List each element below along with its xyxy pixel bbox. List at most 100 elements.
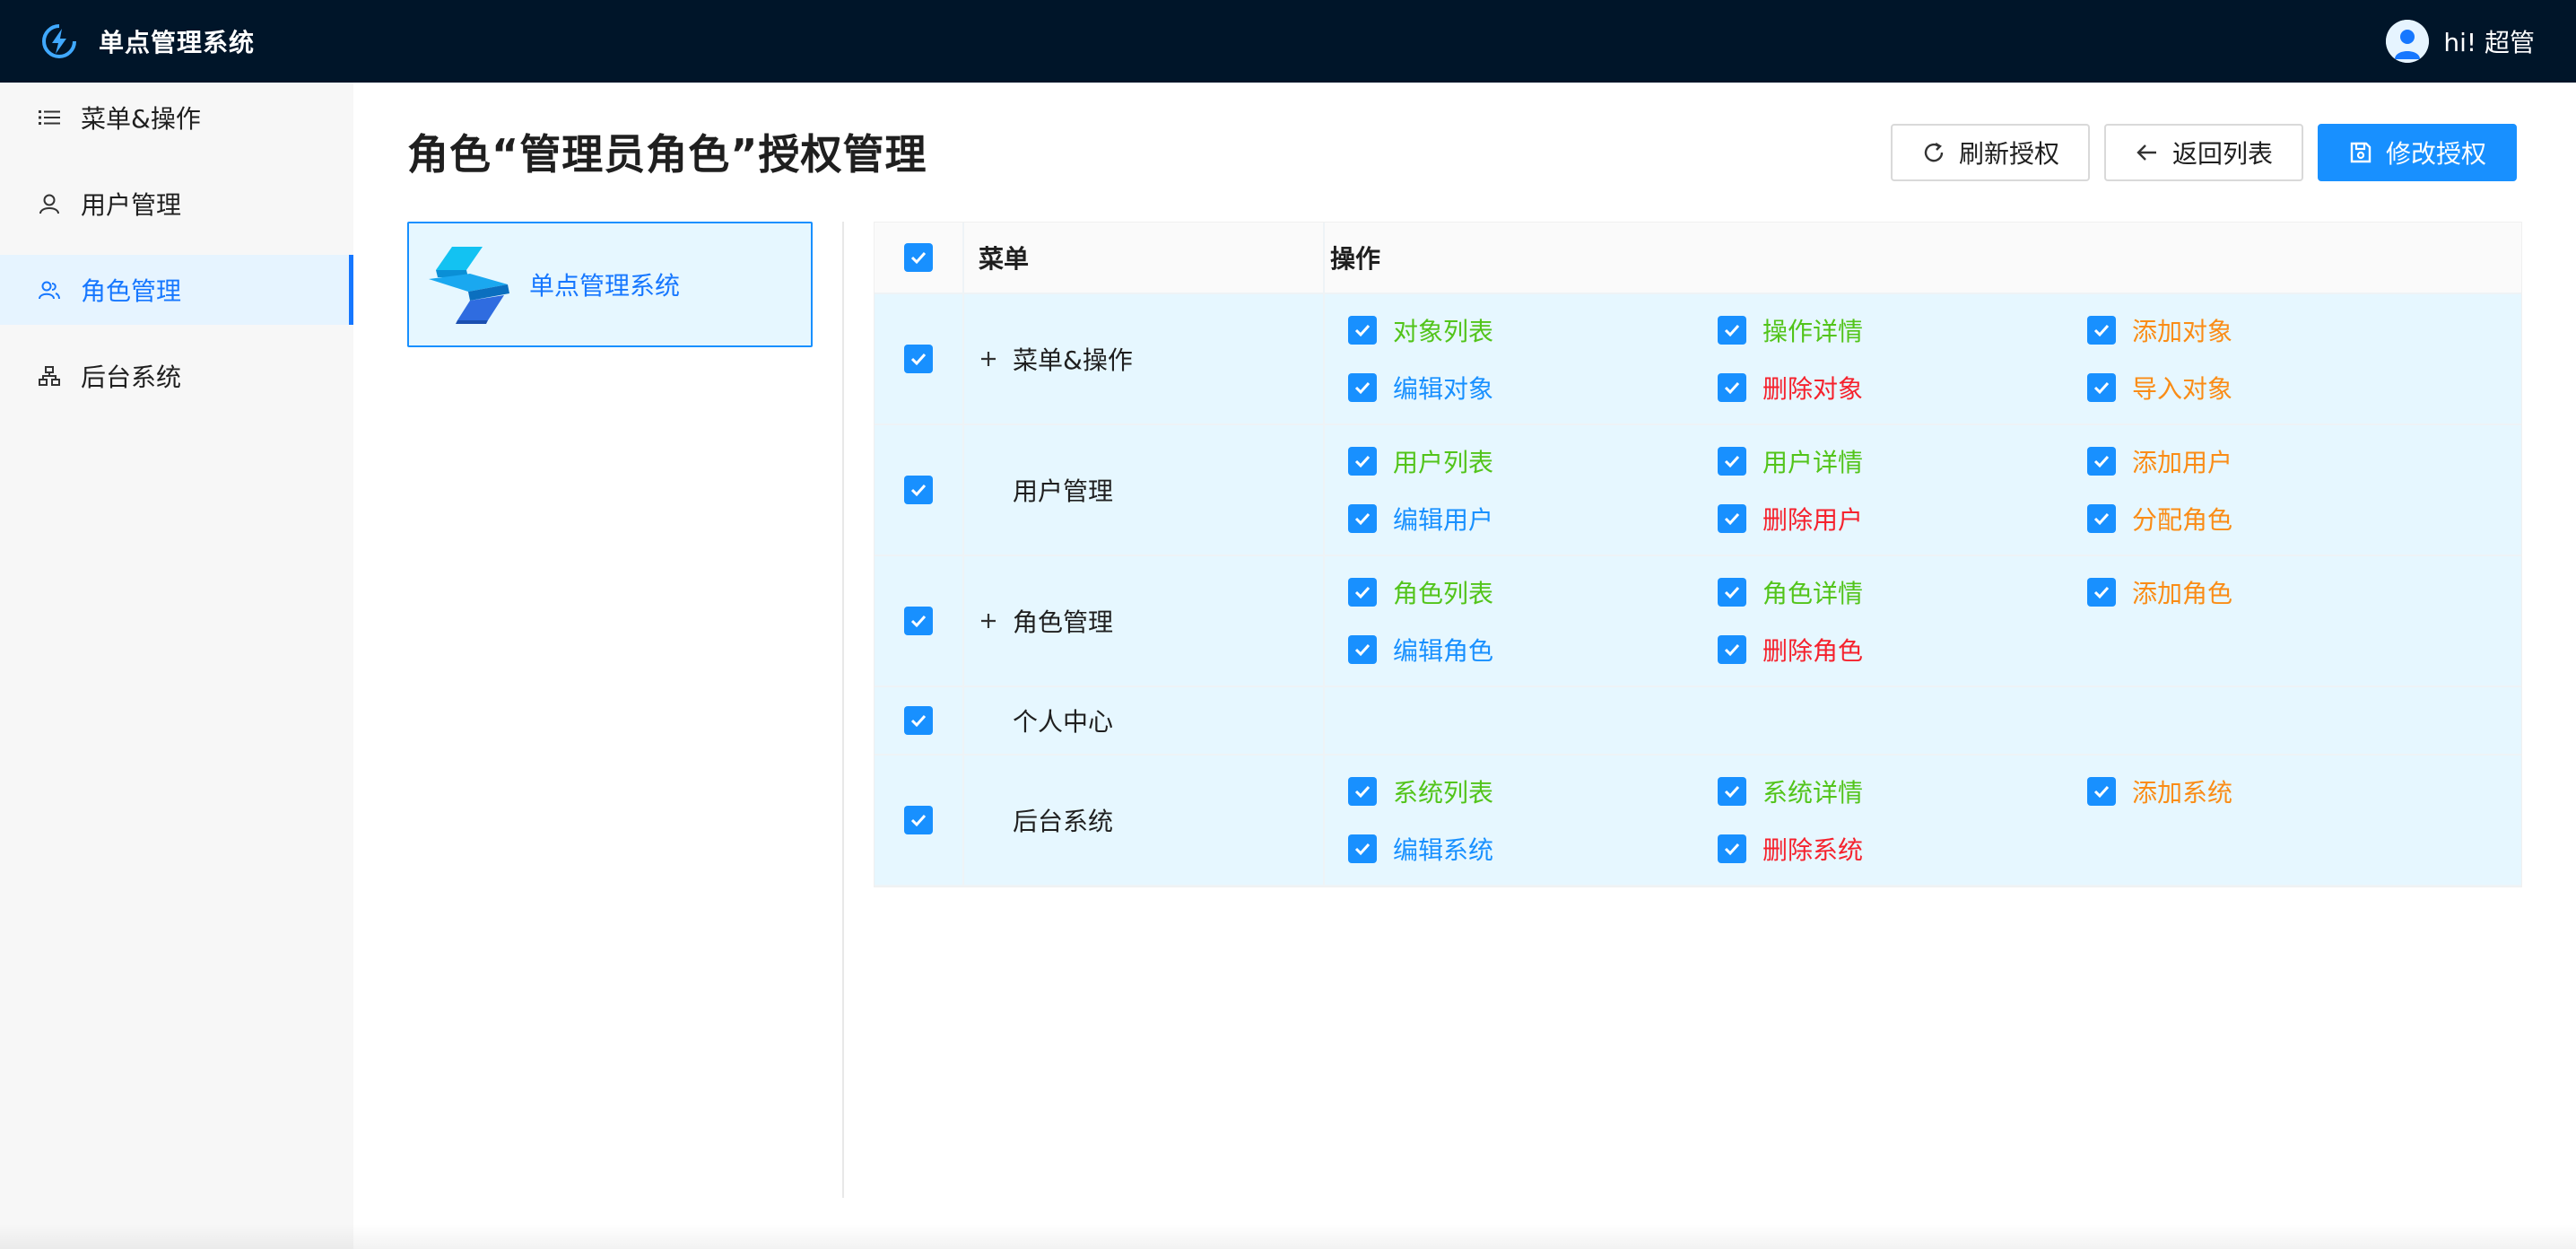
checkmark-icon bbox=[2093, 586, 2110, 599]
refresh-authorization-button[interactable]: 刷新授权 bbox=[1890, 124, 2090, 181]
operation-option[interactable]: 对象列表 bbox=[1348, 301, 1718, 359]
checkmark-icon bbox=[1354, 586, 1371, 599]
operation-option[interactable]: 删除用户 bbox=[1718, 490, 2087, 547]
user-menu[interactable]: hi! 超管 bbox=[2386, 20, 2535, 63]
sidebar-item-label: 菜单&操作 bbox=[81, 104, 201, 134]
brand-logo-icon bbox=[42, 24, 76, 58]
save-icon bbox=[2350, 142, 2371, 163]
operation-checkbox[interactable] bbox=[1718, 504, 1746, 533]
operation-checkbox[interactable] bbox=[1348, 777, 1377, 806]
checkmark-icon bbox=[1724, 643, 1740, 657]
operation-option[interactable]: 删除角色 bbox=[1718, 621, 2087, 678]
operation-checkbox[interactable] bbox=[2087, 316, 2116, 345]
checkmark-icon bbox=[1354, 643, 1371, 657]
table-header-row: 菜单 操作 bbox=[875, 223, 2521, 294]
operation-label: 导入对象 bbox=[2132, 374, 2233, 404]
operation-option[interactable]: 删除对象 bbox=[1718, 359, 2087, 416]
checkmark-icon bbox=[1724, 843, 1740, 856]
operation-option[interactable]: 导入对象 bbox=[2087, 359, 2457, 416]
checkmark-icon bbox=[1724, 324, 1740, 337]
operation-checkbox[interactable] bbox=[2087, 447, 2116, 476]
operation-option[interactable]: 操作详情 bbox=[1718, 301, 2087, 359]
operation-checkbox[interactable] bbox=[2087, 504, 2116, 533]
user-icon bbox=[39, 194, 59, 214]
operation-option[interactable]: 角色列表 bbox=[1348, 563, 1718, 621]
operation-checkbox[interactable] bbox=[1348, 504, 1377, 533]
checkmark-icon bbox=[910, 714, 927, 728]
row-checkbox[interactable] bbox=[904, 806, 933, 834]
brand[interactable]: 单点管理系统 bbox=[39, 22, 255, 61]
operation-option[interactable]: 添加对象 bbox=[2087, 301, 2457, 359]
operation-checkbox[interactable] bbox=[1348, 447, 1377, 476]
operation-option[interactable]: 角色详情 bbox=[1718, 563, 2087, 621]
operation-checkbox[interactable] bbox=[1718, 316, 1746, 345]
operation-checkbox[interactable] bbox=[1718, 777, 1746, 806]
checkmark-icon bbox=[1354, 785, 1371, 799]
app-select-card[interactable]: 单点管理系统 bbox=[407, 222, 813, 347]
ops-cell: 对象列表 操作详情 添加对象编辑对象 删除对象 导入对象 bbox=[1325, 294, 2521, 424]
operation-option[interactable]: 分配角色 bbox=[2087, 490, 2457, 547]
ops-cell: 用户列表 用户详情 添加用户编辑用户 删除用户 分配角色 bbox=[1325, 425, 2521, 555]
expand-button[interactable] bbox=[979, 349, 998, 369]
operation-label: 编辑对象 bbox=[1393, 374, 1494, 404]
operation-option[interactable]: 删除系统 bbox=[1718, 820, 2087, 878]
operation-option[interactable]: 添加用户 bbox=[2087, 432, 2457, 490]
ops-cell: 角色列表 角色详情 添加角色编辑角色 删除角色 bbox=[1325, 556, 2521, 686]
operation-checkbox[interactable] bbox=[1348, 834, 1377, 863]
menu-cell: 角色管理 bbox=[964, 556, 1325, 686]
operation-label: 编辑角色 bbox=[1393, 636, 1494, 666]
operation-label: 系统列表 bbox=[1393, 778, 1494, 808]
operation-checkbox[interactable] bbox=[1348, 373, 1377, 402]
checkmark-icon bbox=[2093, 512, 2110, 526]
row-checkbox[interactable] bbox=[904, 476, 933, 504]
operation-checkbox[interactable] bbox=[1348, 578, 1377, 607]
action-toolbar: 刷新授权 返回列表 修改授权 bbox=[1890, 124, 2517, 181]
operation-option[interactable]: 系统列表 bbox=[1348, 763, 1718, 820]
row-checkbox[interactable] bbox=[904, 607, 933, 635]
sidebar-item-label: 后台系统 bbox=[81, 362, 182, 392]
operation-checkbox[interactable] bbox=[1348, 316, 1377, 345]
row-checkbox[interactable] bbox=[904, 345, 933, 373]
operation-checkbox[interactable] bbox=[1718, 834, 1746, 863]
operation-option[interactable]: 编辑角色 bbox=[1348, 621, 1718, 678]
row-checkbox[interactable] bbox=[904, 706, 933, 735]
app-logo-icon bbox=[429, 247, 509, 324]
sidebar-item-menu-ops[interactable]: 菜单&操作 bbox=[0, 83, 353, 153]
operation-option[interactable]: 用户列表 bbox=[1348, 432, 1718, 490]
sidebar-item-roles[interactable]: 角色管理 bbox=[0, 255, 353, 325]
checkmark-icon bbox=[1354, 324, 1371, 337]
top-header: 单点管理系统 hi! 超管 bbox=[0, 0, 2576, 83]
operation-option[interactable]: 用户详情 bbox=[1718, 432, 2087, 490]
cluster-icon bbox=[39, 366, 60, 386]
operation-checkbox[interactable] bbox=[1348, 635, 1377, 664]
arrow-left-icon bbox=[2137, 144, 2156, 161]
sidebar-item-users[interactable]: 用户管理 bbox=[0, 169, 353, 239]
expand-button[interactable] bbox=[979, 611, 998, 631]
operation-label: 操作详情 bbox=[1762, 317, 1864, 346]
operation-option[interactable]: 添加角色 bbox=[2087, 563, 2457, 621]
operation-option[interactable]: 系统详情 bbox=[1718, 763, 2087, 820]
operation-option[interactable]: 添加系统 bbox=[2087, 763, 2457, 820]
operation-option[interactable]: 编辑用户 bbox=[1348, 490, 1718, 547]
operation-checkbox[interactable] bbox=[1718, 578, 1746, 607]
operation-checkbox[interactable] bbox=[2087, 777, 2116, 806]
menu-column-header: 菜单 bbox=[964, 223, 1325, 293]
operation-checkbox[interactable] bbox=[2087, 578, 2116, 607]
back-to-list-button[interactable]: 返回列表 bbox=[2103, 124, 2303, 181]
select-all-checkbox[interactable] bbox=[904, 243, 933, 272]
menu-label: 后台系统 bbox=[1013, 807, 1114, 836]
menu-cell: 菜单&操作 bbox=[964, 294, 1325, 424]
row-check-cell bbox=[875, 294, 964, 424]
save-authorization-button[interactable]: 修改授权 bbox=[2317, 124, 2517, 181]
sidebar-item-backend-systems[interactable]: 后台系统 bbox=[0, 341, 353, 411]
menu-cell: 个人中心 bbox=[964, 687, 1325, 754]
operation-checkbox[interactable] bbox=[2087, 373, 2116, 402]
operation-option[interactable]: 编辑系统 bbox=[1348, 820, 1718, 878]
operation-checkbox[interactable] bbox=[1718, 447, 1746, 476]
menu-label: 个人中心 bbox=[1013, 707, 1114, 737]
operation-label: 删除用户 bbox=[1762, 505, 1864, 535]
operation-checkbox[interactable] bbox=[1718, 635, 1746, 664]
checkmark-icon bbox=[1354, 455, 1371, 468]
operation-option[interactable]: 编辑对象 bbox=[1348, 359, 1718, 416]
operation-checkbox[interactable] bbox=[1718, 373, 1746, 402]
